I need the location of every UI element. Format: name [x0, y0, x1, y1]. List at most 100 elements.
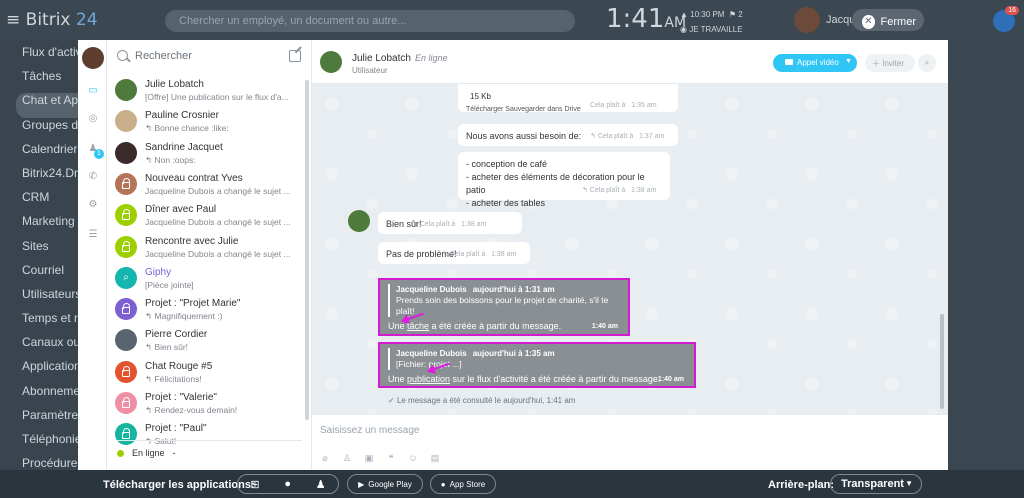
- lock-icon: [122, 365, 130, 377]
- chat-preview: Jacqueline Dubois a changé le sujet ...: [145, 217, 291, 228]
- menu-item[interactable]: Applications: [22, 359, 80, 383]
- lock-icon: [122, 397, 130, 408]
- chat-preview: ↰ Bien sûr!: [145, 342, 189, 353]
- messenger-rail: ▭ ◎ ♟ 1 ✆ ⚙ ☰: [78, 40, 107, 470]
- chat-list-item[interactable]: Projet : "Paul" ↰ Salut!: [107, 420, 302, 451]
- global-search-input[interactable]: Chercher un employé, un document ou autr…: [165, 10, 575, 32]
- avatar: ⌕: [115, 266, 137, 289]
- chat-preview: ↰ Rendez-vous demain!: [145, 405, 238, 415]
- quote-icon[interactable]: ❝: [386, 453, 396, 463]
- my-avatar[interactable]: [82, 47, 104, 69]
- chat-list-item[interactable]: Projet : "Valerie" ↰ Rendez-vous demain!: [107, 389, 302, 420]
- chat-list-item[interactable]: Pauline Crosnier ↰ Bonne chance :like:: [107, 107, 302, 138]
- lock-icon: [122, 303, 130, 315]
- contacts-badge: 1: [94, 149, 104, 159]
- settings-gear-icon[interactable]: ⚙: [87, 199, 99, 211]
- document-icon[interactable]: ▤: [430, 453, 440, 463]
- menu-item[interactable]: Courriel: [22, 263, 80, 287]
- chat-list-item[interactable]: Rencontre avec Julie Jacqueline Dubois a …: [107, 233, 302, 264]
- invite-button[interactable]: ＋ Inviter: [865, 54, 915, 72]
- chat-preview: [Pièce jointe]: [145, 279, 194, 290]
- apple-icon[interactable]: ●: [284, 478, 291, 490]
- new-chat-icon[interactable]: [289, 50, 301, 62]
- task-link[interactable]: tâche: [407, 321, 429, 331]
- message-input[interactable]: [320, 425, 920, 436]
- google-play-button[interactable]: ▶ Google Play: [347, 474, 423, 494]
- chat-list-item[interactable]: Chat Rouge #5 ↰ Félicitations!: [107, 358, 302, 389]
- windows-icon[interactable]: ⊞: [250, 478, 259, 491]
- menu-item[interactable]: Groupes de: [22, 118, 80, 142]
- menu-item[interactable]: Canaux ouv: [22, 335, 80, 359]
- chat-preview: Jacqueline Dubois a changé le sujet ...: [145, 248, 291, 259]
- menu-item[interactable]: Calendrier: [22, 142, 80, 166]
- chevron-down-icon[interactable]: ▼: [845, 58, 852, 65]
- list-scrollbar[interactable]: [305, 80, 309, 420]
- sender-avatar[interactable]: [348, 210, 370, 232]
- list-divider: [117, 440, 302, 441]
- chat-list-item[interactable]: Dîner avec Paul Jacqueline Dubois a chang…: [107, 201, 302, 232]
- contact-name[interactable]: Julie Lobatch En ligne: [352, 53, 447, 64]
- search-icon: [117, 50, 128, 61]
- menu-item[interactable]: Bitrix24.Dri: [22, 166, 80, 190]
- chat-list-item[interactable]: ⌕ Giphy [Pièce jointe]: [107, 264, 302, 295]
- menu-item[interactable]: Tâches: [22, 69, 80, 93]
- chat-name: Julie Lobatch: [145, 79, 204, 90]
- chat-name: Projet : "Valerie": [145, 392, 217, 403]
- chat-list-item[interactable]: Julie Lobatch [Offre] Une publication sur…: [107, 76, 302, 107]
- avatar: [115, 423, 137, 446]
- linux-icon[interactable]: ♟: [316, 478, 326, 491]
- file-icon[interactable]: ▣: [364, 453, 374, 463]
- message-meta: ↰ Cela plaît à 1:38 am: [442, 251, 517, 258]
- menu-item[interactable]: Sites: [22, 239, 80, 263]
- chat-list-item[interactable]: Sandrine Jacquet ↰ Non :oops:: [107, 139, 302, 170]
- work-status[interactable]: ▲ 10:30 PM ⚑ 2 ◉ JE TRAVAILLE: [680, 7, 743, 37]
- chat-list-item[interactable]: Nouveau contrat Yves Jacqueline Dubois a …: [107, 170, 302, 201]
- background-label: Arrière-plan:: [768, 479, 835, 491]
- avatar: [115, 172, 137, 195]
- chat-name: Projet : "Projet Marie": [145, 298, 241, 310]
- bitrix-logo[interactable]: ≡ Bitrix 24: [6, 10, 98, 30]
- chat-name: Dîner avec Paul: [145, 204, 217, 216]
- chat-icon[interactable]: ▭: [87, 85, 99, 97]
- chat-name: Chat Rouge #5: [145, 360, 213, 372]
- user-avatar[interactable]: [794, 7, 820, 33]
- chat-preview: ↰ Bonne chance :like:: [145, 123, 229, 134]
- message-composer: ⌀ ♙ ▣ ❝ ☺ ▤: [312, 414, 948, 470]
- menu-item[interactable]: Paramètres: [22, 408, 80, 432]
- attach-icon[interactable]: ⌀: [320, 453, 330, 463]
- menu-item[interactable]: Abonneme: [22, 384, 80, 408]
- menu-item[interactable]: Flux d'activ: [22, 45, 80, 69]
- avatar: [115, 329, 137, 352]
- chat-list-panel: Julie Lobatch [Offre] Une publication sur…: [107, 40, 312, 470]
- smiley-icon[interactable]: ☺: [408, 453, 418, 463]
- history-search-icon[interactable]: ⌕: [918, 54, 936, 72]
- background-select[interactable]: Transparent ▼: [830, 474, 922, 494]
- chat-preview: ↰ Félicitations!: [145, 373, 202, 384]
- mention-icon[interactable]: ♙: [342, 453, 352, 463]
- menu-item[interactable]: Téléphonie: [22, 432, 80, 456]
- message-meta: ↰ Cela plaît à 1:37 am: [590, 133, 665, 140]
- menu-item[interactable]: Chat et App: [16, 93, 80, 118]
- notifications-button[interactable]: 16: [993, 6, 1019, 32]
- clock: 1:41AM: [606, 4, 687, 34]
- phone-icon[interactable]: ✆: [87, 171, 99, 183]
- chat-list-item[interactable]: Pierre Cordier ↰ Bien sûr!: [107, 326, 302, 357]
- chat-scrollbar[interactable]: [940, 314, 944, 409]
- menu-item[interactable]: CRM: [22, 190, 80, 214]
- message-meta: ↰ Cela plaît à 1:38 am: [582, 187, 657, 194]
- menu-item[interactable]: Marketing: [22, 214, 80, 238]
- chat-search-input[interactable]: [135, 50, 275, 62]
- contact-status: En ligne: [414, 53, 448, 63]
- history-icon[interactable]: ☰: [87, 229, 99, 241]
- close-button[interactable]: ✕ Fermer: [852, 9, 924, 31]
- menu-item[interactable]: Temps et ra: [22, 311, 80, 335]
- notifications-icon[interactable]: ◎: [87, 113, 99, 125]
- chat-messages: 15 Kb Télécharger Sauvegarder dans Drive…: [312, 84, 948, 414]
- online-status[interactable]: En ligne -: [117, 448, 176, 458]
- menu-item[interactable]: Utilisateurs: [22, 287, 80, 311]
- app-store-button[interactable]: ● App Store: [430, 474, 496, 494]
- chat-name: Projet : "Paul": [145, 423, 207, 435]
- chat-list-item[interactable]: Projet : "Projet Marie" ↰ Magnifiquement …: [107, 295, 302, 326]
- search-icon: ⌕: [123, 271, 129, 283]
- contact-avatar[interactable]: [320, 51, 342, 73]
